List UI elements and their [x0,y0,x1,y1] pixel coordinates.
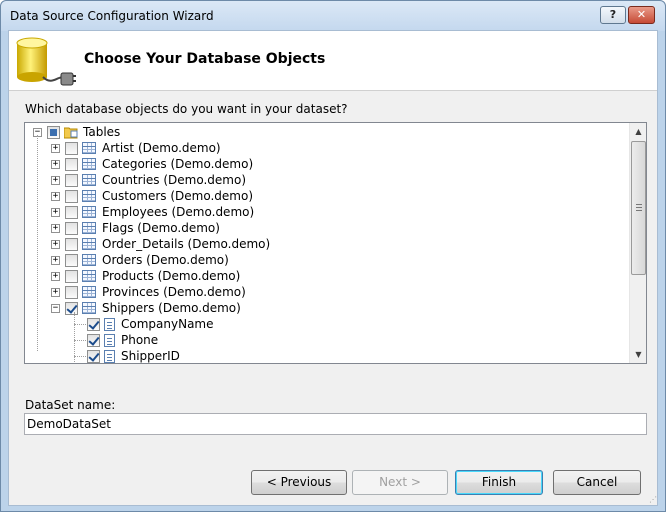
cancel-button[interactable]: Cancel [553,470,641,495]
tree-node-label: ShipperID [121,349,180,363]
tables-checkbox[interactable] [47,125,60,139]
expand-icon[interactable]: + [51,239,60,249]
column-icon [104,317,115,331]
database-plug-icon [16,37,76,86]
help-button[interactable]: ? [600,6,626,24]
tree-node-table[interactable]: + Categories (Demo.demo) [51,156,253,172]
database-objects-tree[interactable]: − Tables + Artist (Demo.demo) + Categories … [24,122,647,364]
wizard-header: Choose Your Database Objects [9,31,657,91]
column-checkbox[interactable] [87,333,100,347]
tree-node-table[interactable]: + Order_Details (Demo.demo) [51,236,270,252]
expand-icon[interactable]: + [51,271,60,281]
table-checkbox[interactable] [65,285,78,299]
tree-node-label: Countries (Demo.demo) [102,173,247,187]
column-checkbox[interactable] [87,349,100,363]
vertical-scrollbar[interactable]: ▲ ▼ [629,123,646,363]
dataset-name-label: DataSet name: [25,398,116,412]
window-title: Data Source Configuration Wizard [10,9,214,23]
tree-node-label: Artist (Demo.demo) [102,141,221,155]
tree-node-table[interactable]: + Orders (Demo.demo) [51,252,229,268]
table-icon [82,206,96,218]
scrollbar-thumb[interactable] [631,141,646,275]
next-button[interactable]: Next > [352,470,448,495]
tree-node-label: Customers (Demo.demo) [102,189,254,203]
wizard-body: Choose Your Database Objects Which datab… [8,30,658,506]
tree-node-column[interactable]: ShipperID [87,348,180,363]
tree-node-table[interactable]: + Products (Demo.demo) [51,268,240,284]
title-bar[interactable]: Data Source Configuration Wizard ? ✕ [1,1,665,31]
tree-node-table[interactable]: + Countries (Demo.demo) [51,172,246,188]
tree-node-label: Categories (Demo.demo) [102,157,254,171]
grip-icon [636,204,642,211]
tree-node-table[interactable]: + Artist (Demo.demo) [51,140,221,156]
tree-node-label: Orders (Demo.demo) [102,253,229,267]
expand-icon[interactable]: + [51,207,60,217]
table-icon [82,270,96,282]
tree-node-table[interactable]: − Shippers (Demo.demo) [51,300,241,316]
objects-prompt: Which database objects do you want in yo… [25,102,348,116]
expand-icon[interactable]: + [51,143,60,153]
expand-icon[interactable]: + [51,255,60,265]
table-icon [82,174,96,186]
table-icon [82,158,96,170]
table-icon [82,238,96,250]
table-checkbox[interactable] [65,173,78,187]
table-checkbox[interactable] [65,237,78,251]
expand-icon[interactable]: + [51,191,60,201]
expand-icon[interactable]: + [51,287,60,297]
tree-node-table[interactable]: + Employees (Demo.demo) [51,204,254,220]
previous-button[interactable]: < Previous [251,470,347,495]
table-checkbox[interactable] [65,189,78,203]
tree-node-table[interactable]: + Flags (Demo.demo) [51,220,220,236]
table-checkbox[interactable] [65,205,78,219]
tree-node-table[interactable]: + Provinces (Demo.demo) [51,284,246,300]
scroll-down-arrow-icon[interactable]: ▼ [630,346,646,363]
table-icon [82,142,96,154]
resize-grip-icon[interactable]: ⋰ [649,495,659,505]
expand-icon[interactable]: + [51,223,60,233]
wizard-window: Data Source Configuration Wizard ? ✕ Cho… [0,0,666,512]
tree-node-tables[interactable]: − Tables [33,124,120,140]
table-icon [82,286,96,298]
tree-guide-line [37,135,38,351]
tree-node-label: Shippers (Demo.demo) [102,301,241,315]
table-checkbox[interactable] [65,269,78,283]
scroll-up-arrow-icon[interactable]: ▲ [630,123,646,140]
tree-node-label: Order_Details (Demo.demo) [102,237,271,251]
expand-icon[interactable]: + [51,159,60,169]
table-icon [82,302,96,314]
tree-node-label: Products (Demo.demo) [102,269,241,283]
dataset-name-input[interactable] [24,413,647,435]
tree-node-label: Employees (Demo.demo) [102,205,255,219]
tree-node-column[interactable]: CompanyName [87,316,214,332]
folder-icon [63,126,78,139]
tree-node-label: Flags (Demo.demo) [102,221,220,235]
column-checkbox[interactable] [87,317,100,331]
tree-node-column[interactable]: Phone [87,332,158,348]
page-title: Choose Your Database Objects [84,51,326,67]
table-icon [82,222,96,234]
table-checkbox[interactable] [65,141,78,155]
column-icon [104,349,115,363]
tree-node-label: Phone [121,333,159,347]
tree-node-label: Provinces (Demo.demo) [102,285,246,299]
tree-node-label: CompanyName [121,317,214,331]
close-button[interactable]: ✕ [628,6,655,24]
table-checkbox[interactable] [65,221,78,235]
table-checkbox[interactable] [65,157,78,171]
table-checkbox[interactable] [65,301,78,315]
column-icon [104,333,115,347]
collapse-icon[interactable]: − [51,303,60,313]
tree-guide-line [74,356,86,357]
expand-icon[interactable]: + [51,175,60,185]
table-checkbox[interactable] [65,253,78,267]
table-icon [82,190,96,202]
tree-node-table[interactable]: + Customers (Demo.demo) [51,188,253,204]
tree-node-label: Tables [83,125,121,139]
table-icon [82,254,96,266]
tree-guide-line [74,324,86,325]
finish-button[interactable]: Finish [455,470,543,495]
tree-guide-line [74,340,86,341]
